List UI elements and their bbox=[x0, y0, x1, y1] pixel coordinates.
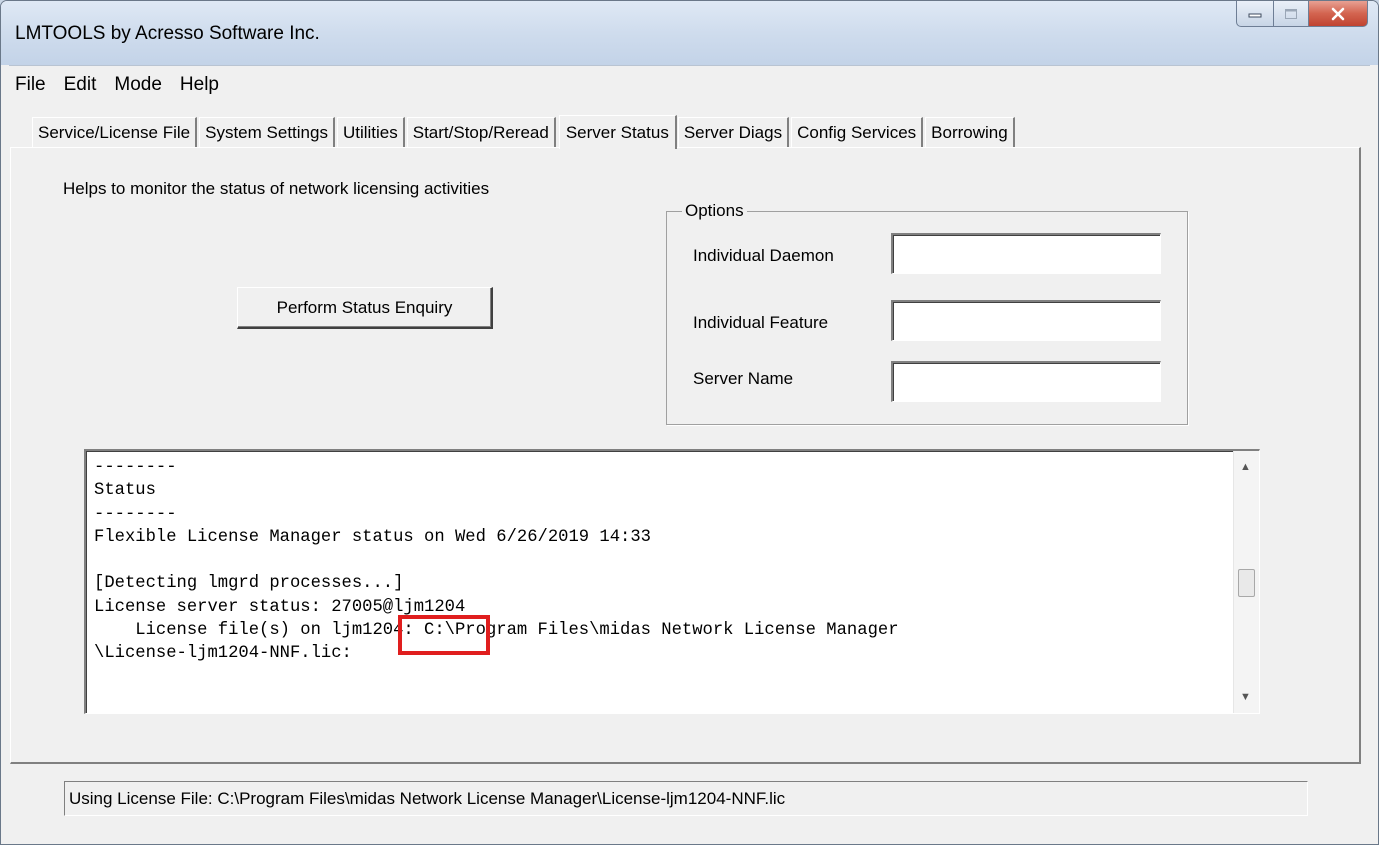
tab-strip: Service/License File System Settings Uti… bbox=[32, 114, 1017, 149]
status-bar: Using License File: C:\Program Files\mid… bbox=[64, 781, 1308, 816]
server-name-label: Server Name bbox=[693, 369, 794, 388]
status-output-textarea[interactable]: -------- Status -------- Flexible Licens… bbox=[84, 449, 1260, 714]
menu-file[interactable]: File bbox=[9, 74, 55, 96]
scrollbar-thumb[interactable] bbox=[1238, 569, 1255, 597]
maximize-icon bbox=[1285, 8, 1297, 19]
tab-service-license-file[interactable]: Service/License File bbox=[32, 117, 198, 148]
menu-bar: File Edit Mode Help bbox=[9, 65, 1370, 104]
window-title: LMTOOLS by Acresso Software Inc. bbox=[15, 23, 320, 44]
tab-config-services[interactable]: Config Services bbox=[791, 117, 924, 148]
minimize-button[interactable] bbox=[1236, 1, 1274, 27]
individual-daemon-label: Individual Daemon bbox=[693, 246, 834, 265]
individual-feature-label: Individual Feature bbox=[693, 313, 829, 332]
options-group: Options Individual Daemon Individual Fea… bbox=[666, 201, 1188, 425]
maximize-button[interactable] bbox=[1274, 1, 1309, 27]
scroll-down-arrow-icon[interactable]: ▼ bbox=[1240, 691, 1251, 703]
server-status-panel: Helps to monitor the status of network l… bbox=[10, 147, 1361, 764]
close-button[interactable] bbox=[1309, 1, 1368, 27]
help-text: Helps to monitor the status of network l… bbox=[63, 179, 490, 198]
individual-daemon-input[interactable] bbox=[891, 233, 1161, 274]
menu-edit[interactable]: Edit bbox=[55, 74, 106, 96]
title-bar[interactable]: LMTOOLS by Acresso Software Inc. bbox=[1, 1, 1378, 65]
tab-utilities[interactable]: Utilities bbox=[336, 117, 405, 148]
options-legend: Options bbox=[682, 201, 747, 221]
tab-system-settings[interactable]: System Settings bbox=[199, 117, 335, 148]
tab-borrowing[interactable]: Borrowing bbox=[925, 117, 1015, 148]
menu-mode[interactable]: Mode bbox=[105, 74, 171, 96]
lmtools-window: LMTOOLS by Acresso Software Inc. File Ed… bbox=[0, 0, 1379, 845]
tab-server-status[interactable]: Server Status bbox=[558, 115, 677, 149]
caption-buttons bbox=[1236, 1, 1368, 27]
status-output-text: -------- Status -------- Flexible Licens… bbox=[94, 458, 899, 664]
perform-status-enquiry-button[interactable]: Perform Status Enquiry bbox=[237, 287, 493, 329]
scroll-up-arrow-icon[interactable]: ▲ bbox=[1240, 461, 1251, 473]
tab-start-stop-reread[interactable]: Start/Stop/Reread bbox=[406, 117, 556, 148]
port-highlight-box bbox=[398, 615, 490, 655]
minimize-icon bbox=[1248, 13, 1262, 17]
individual-feature-input[interactable] bbox=[891, 300, 1161, 341]
close-icon bbox=[1331, 7, 1345, 20]
menu-help[interactable]: Help bbox=[171, 74, 228, 96]
server-name-input[interactable] bbox=[891, 361, 1161, 402]
output-scrollbar[interactable]: ▲ ▼ bbox=[1233, 451, 1259, 713]
tab-server-diags[interactable]: Server Diags bbox=[677, 117, 790, 148]
